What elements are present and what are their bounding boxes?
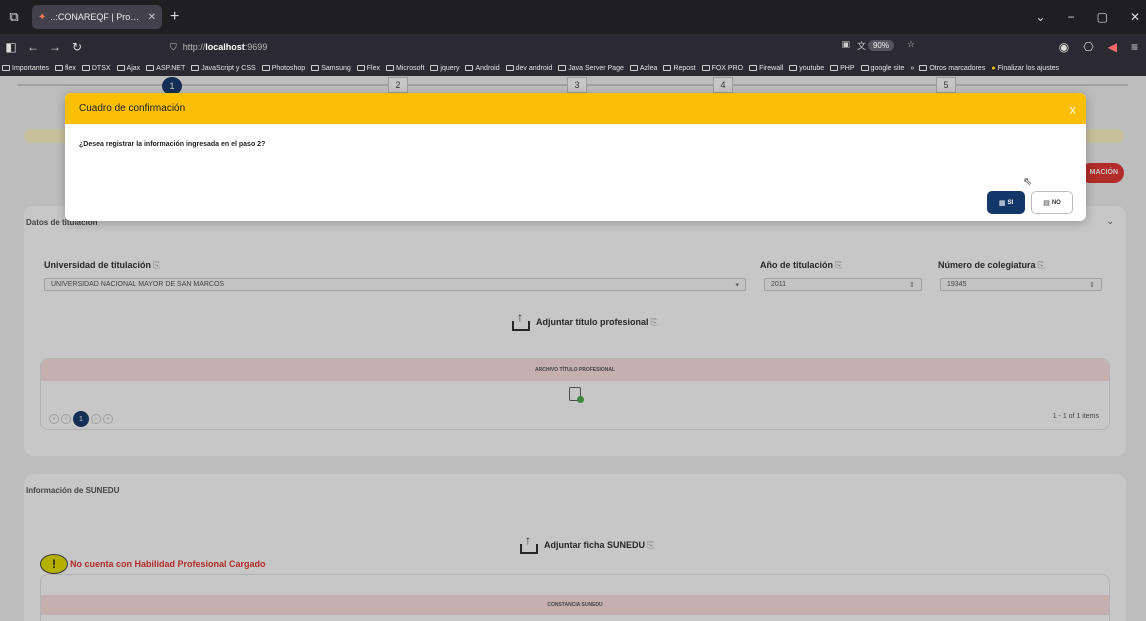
- folder-icon: [663, 65, 672, 71]
- bookmark-folder[interactable]: PHP: [830, 65, 855, 72]
- bookmarks-bar: Importantes flex DTSX Ajax ASP.NET JavaS…: [0, 60, 1146, 76]
- url-scheme: http://: [182, 42, 206, 52]
- folder-icon: [191, 65, 200, 71]
- bookmark-folder[interactable]: Samsung: [311, 65, 351, 72]
- window-controls: ⌄ − ▢ ✕: [1036, 0, 1140, 34]
- save-icon: ▦: [998, 199, 1006, 207]
- dialog-close-button[interactable]: X: [1069, 106, 1076, 117]
- folder-icon: [2, 65, 10, 71]
- bookmark-folder[interactable]: Java Server Page: [558, 65, 624, 72]
- folder-icon: [465, 65, 474, 71]
- bookmark-folder[interactable]: DTSX: [81, 65, 111, 72]
- firefox-icon: ●: [991, 64, 996, 72]
- bookmark-other[interactable]: Otros marcadores: [919, 65, 985, 72]
- bookmark-folder[interactable]: JavaScript y CSS: [191, 65, 256, 72]
- browser-tab[interactable]: ✦ ..:CONAREQF | Proceso de Inscr ✕: [32, 5, 162, 29]
- zoom-badge[interactable]: 90%: [867, 40, 894, 51]
- bookmark-finish-setup[interactable]: ● Finalizar los ajustes: [991, 65, 1059, 72]
- yes-button[interactable]: ▦ SI: [987, 191, 1025, 214]
- folder-icon: [701, 65, 710, 71]
- minimize-icon[interactable]: −: [1068, 10, 1075, 24]
- bookmark-folder[interactable]: FOX PRO: [701, 65, 743, 72]
- folder-icon: [386, 65, 394, 71]
- tab-favicon-icon: ✦: [38, 11, 47, 23]
- dialog-message: ¿Desea registrar la información ingresad…: [79, 141, 266, 148]
- folder-icon: [261, 65, 270, 71]
- bookmark-folder[interactable]: Android: [465, 65, 500, 72]
- bookmark-folder[interactable]: Flex: [356, 65, 380, 72]
- folder-icon: [919, 65, 928, 71]
- folder-icon: [830, 65, 839, 71]
- sidebar-toggle-icon[interactable]: ◧: [0, 40, 22, 54]
- url-port: :9699: [244, 42, 268, 52]
- new-tab-icon[interactable]: +: [170, 8, 179, 26]
- reload-icon[interactable]: ↻: [66, 40, 88, 54]
- bookmark-folder[interactable]: jquery: [430, 65, 459, 72]
- shield-icon: ⛉: [170, 41, 177, 52]
- forward-icon[interactable]: →: [44, 40, 66, 54]
- folder-icon: [81, 65, 90, 71]
- translate-icon[interactable]: 文: [857, 39, 866, 52]
- no-button[interactable]: ▤ NO: [1031, 191, 1073, 214]
- media-icon[interactable]: ◀: [1108, 40, 1117, 54]
- url-bar[interactable]: ⛉ http://localhost:9699 ▣ 文 90% ☆: [170, 37, 960, 57]
- bookmark-star-icon[interactable]: ☆: [907, 39, 915, 50]
- dialog-header: Cuadro de confirmación X: [65, 93, 1086, 124]
- folder-icon: [749, 65, 758, 71]
- extensions-icon[interactable]: ⎔: [1083, 40, 1093, 54]
- bookmark-folder[interactable]: ASP.NET: [146, 65, 185, 72]
- folder-icon: [356, 65, 365, 71]
- account-icon[interactable]: ◉: [1059, 40, 1069, 54]
- bookmark-folder[interactable]: dev android: [505, 65, 552, 72]
- tab-list-chevron-icon[interactable]: ⌄: [1036, 10, 1046, 24]
- folder-icon: [116, 65, 125, 71]
- back-icon[interactable]: ←: [22, 40, 44, 54]
- bookmark-folder[interactable]: Photoshop: [261, 65, 305, 72]
- folder-icon: [789, 65, 798, 71]
- tab-manager-icon[interactable]: ⧉: [0, 0, 28, 34]
- folder-icon: [860, 65, 869, 71]
- folder-icon: [430, 65, 439, 71]
- tab-title: ..:CONAREQF | Proceso de Inscr: [50, 12, 143, 22]
- bookmark-folder[interactable]: Repost: [663, 65, 696, 72]
- reader-view-icon[interactable]: ▣: [841, 39, 850, 50]
- toolbar-right: ◉ ⎔ ◀ ≡: [1059, 34, 1138, 60]
- close-window-icon[interactable]: ✕: [1130, 10, 1140, 24]
- bookmark-folder[interactable]: youtube: [789, 65, 824, 72]
- folder-icon: [146, 65, 155, 71]
- maximize-icon[interactable]: ▢: [1097, 10, 1108, 24]
- folder-icon: [311, 65, 320, 71]
- cancel-icon: ▤: [1043, 199, 1050, 207]
- dialog-title: Cuadro de confirmación: [79, 103, 186, 114]
- bookmark-folder[interactable]: flex: [54, 65, 76, 72]
- bookmarks-overflow-button[interactable]: »: [910, 65, 914, 72]
- bookmark-folder[interactable]: Azlea: [629, 65, 657, 72]
- folder-icon: [54, 65, 63, 71]
- folder-icon: [505, 65, 514, 71]
- folder-icon: [629, 65, 638, 71]
- bookmark-folder[interactable]: Firewall: [749, 65, 783, 72]
- bookmark-folder[interactable]: Ajax: [116, 65, 140, 72]
- mouse-cursor-icon: ⇖: [1023, 176, 1033, 188]
- bookmark-folder[interactable]: Microsoft: [386, 65, 424, 72]
- browser-nav-bar: ◧ ← → ↻ ⛉ http://localhost:9699 ▣ 文 90% …: [0, 34, 1146, 60]
- bookmark-folder[interactable]: google site: [860, 65, 904, 72]
- bookmark-folder[interactable]: Importantes: [2, 65, 49, 72]
- confirmation-dialog: Cuadro de confirmación X ¿Desea registra…: [65, 93, 1086, 221]
- folder-icon: [558, 65, 567, 71]
- browser-tab-bar: ⧉ ✦ ..:CONAREQF | Proceso de Inscr ✕ + ⌄…: [0, 0, 1146, 34]
- url-host: localhost: [205, 42, 245, 52]
- menu-icon[interactable]: ≡: [1131, 40, 1138, 54]
- tab-close-icon[interactable]: ✕: [148, 12, 156, 23]
